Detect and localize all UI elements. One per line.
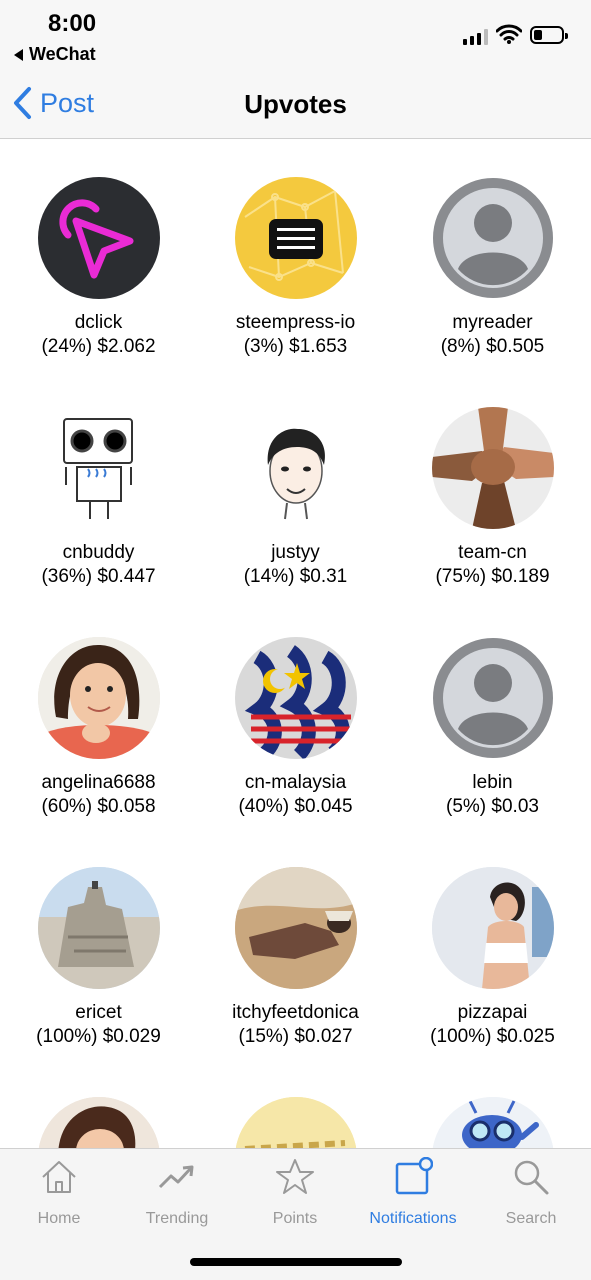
voter-name: steempress-io bbox=[235, 312, 356, 333]
signal-icon bbox=[463, 29, 488, 45]
avatar bbox=[432, 637, 554, 759]
voter-name: myreader bbox=[452, 312, 533, 333]
avatar bbox=[431, 867, 554, 989]
back-to-app-link[interactable]: WeChat bbox=[14, 44, 96, 65]
dclick-logo-icon bbox=[58, 199, 133, 279]
voter-name: justyy bbox=[271, 542, 320, 563]
search-icon bbox=[514, 1160, 549, 1195]
voter-card[interactable]: myreader (8%) $0.505 bbox=[394, 177, 591, 359]
voter-value: (15%) $0.027 bbox=[238, 1026, 353, 1047]
avatar bbox=[37, 407, 160, 529]
avatar bbox=[37, 637, 160, 759]
tab-home[interactable]: Home bbox=[0, 1157, 118, 1228]
tab-points[interactable]: Points bbox=[236, 1157, 354, 1228]
voter-card[interactable]: pizzapai (100%) $0.025 bbox=[394, 867, 591, 1049]
home-indicator[interactable] bbox=[190, 1258, 402, 1266]
hands-photo-icon bbox=[431, 407, 554, 529]
trending-icon bbox=[158, 1165, 194, 1189]
voter-value: (100%) $0.029 bbox=[36, 1026, 161, 1047]
status-bar: 8:00 WeChat bbox=[0, 0, 591, 70]
tab-home-label: Home bbox=[37, 1210, 81, 1227]
voter-card[interactable]: angelina6688 (60%) $0.058 bbox=[0, 637, 197, 819]
avatar bbox=[234, 867, 357, 989]
sandcastle-photo-icon bbox=[37, 867, 160, 989]
voter-name: team-cn bbox=[458, 542, 527, 563]
tab-notifications[interactable]: Notifications bbox=[354, 1156, 472, 1228]
cartoon-face-icon bbox=[267, 428, 325, 520]
woman-photo-icon bbox=[431, 867, 554, 989]
voter-card[interactable]: lebin (5%) $0.03 bbox=[394, 637, 591, 819]
tab-points-label: Points bbox=[272, 1210, 318, 1227]
avatar bbox=[234, 637, 357, 759]
desert-photo-icon bbox=[234, 867, 357, 989]
voter-value: (100%) $0.025 bbox=[430, 1026, 555, 1047]
voter-card[interactable]: cnbuddy (36%) $0.447 bbox=[0, 407, 197, 589]
voter-card[interactable]: justyy (14%) $0.31 bbox=[197, 407, 394, 589]
home-icon bbox=[42, 1161, 76, 1193]
avatar bbox=[431, 407, 554, 529]
wifi-icon bbox=[496, 24, 522, 44]
voter-value: (24%) $2.062 bbox=[41, 336, 156, 357]
default-person-icon bbox=[432, 638, 553, 758]
voter-card[interactable]: itchyfeetdonica (15%) $0.027 bbox=[197, 867, 394, 1049]
malaysia-flag-logo-icon bbox=[244, 645, 351, 759]
back-app-label: WeChat bbox=[29, 44, 96, 64]
voter-card[interactable]: cn-malaysia (40%) $0.045 bbox=[197, 637, 394, 819]
voter-name: ericet bbox=[75, 1002, 122, 1023]
back-triangle-icon bbox=[14, 48, 23, 61]
steempress-logo-icon bbox=[243, 190, 344, 281]
child-photo-icon bbox=[37, 637, 160, 759]
tab-search[interactable]: Search bbox=[472, 1157, 590, 1228]
voter-value: (5%) $0.03 bbox=[446, 796, 539, 817]
tab-trending-label: Trending bbox=[145, 1210, 209, 1227]
nav-bar: Post Upvotes bbox=[0, 70, 591, 139]
avatar bbox=[432, 177, 554, 299]
voter-name: cnbuddy bbox=[62, 542, 135, 563]
voter-value: (36%) $0.447 bbox=[41, 566, 156, 587]
voter-value: (14%) $0.31 bbox=[243, 566, 348, 587]
robot-icon bbox=[62, 418, 133, 519]
voter-card[interactable]: steempress-io (3%) $1.653 bbox=[197, 177, 394, 359]
voter-card[interactable]: team-cn (75%) $0.189 bbox=[394, 407, 591, 589]
avatar bbox=[234, 177, 357, 299]
voter-name: cn-malaysia bbox=[244, 772, 347, 793]
voter-name: lebin bbox=[472, 772, 513, 793]
voter-name: angelina6688 bbox=[41, 772, 156, 793]
voter-name: pizzapai bbox=[457, 1002, 528, 1023]
voter-name: itchyfeetdonica bbox=[232, 1002, 359, 1023]
notification-icon bbox=[395, 1156, 434, 1195]
tab-search-label: Search bbox=[505, 1210, 557, 1227]
avatar bbox=[234, 407, 357, 529]
default-person-icon bbox=[432, 178, 553, 298]
voter-value: (3%) $1.653 bbox=[243, 336, 348, 357]
voter-value: (75%) $0.189 bbox=[435, 566, 550, 587]
voter-card[interactable]: ericet (100%) $0.029 bbox=[0, 867, 197, 1049]
page-title: Upvotes bbox=[244, 89, 347, 119]
voter-value: (40%) $0.045 bbox=[238, 796, 353, 817]
tab-trending[interactable]: Trending bbox=[118, 1157, 236, 1228]
voter-value: (60%) $0.058 bbox=[41, 796, 156, 817]
star-icon bbox=[276, 1159, 314, 1194]
voter-value: (8%) $0.505 bbox=[440, 336, 545, 357]
avatar bbox=[37, 177, 160, 299]
voter-card[interactable]: dclick (24%) $2.062 bbox=[0, 177, 197, 359]
status-time: 8:00 bbox=[48, 10, 97, 37]
avatar bbox=[37, 867, 160, 989]
battery-icon bbox=[530, 26, 568, 44]
tab-notifications-label: Notifications bbox=[369, 1210, 457, 1227]
voter-name: dclick bbox=[74, 312, 123, 333]
